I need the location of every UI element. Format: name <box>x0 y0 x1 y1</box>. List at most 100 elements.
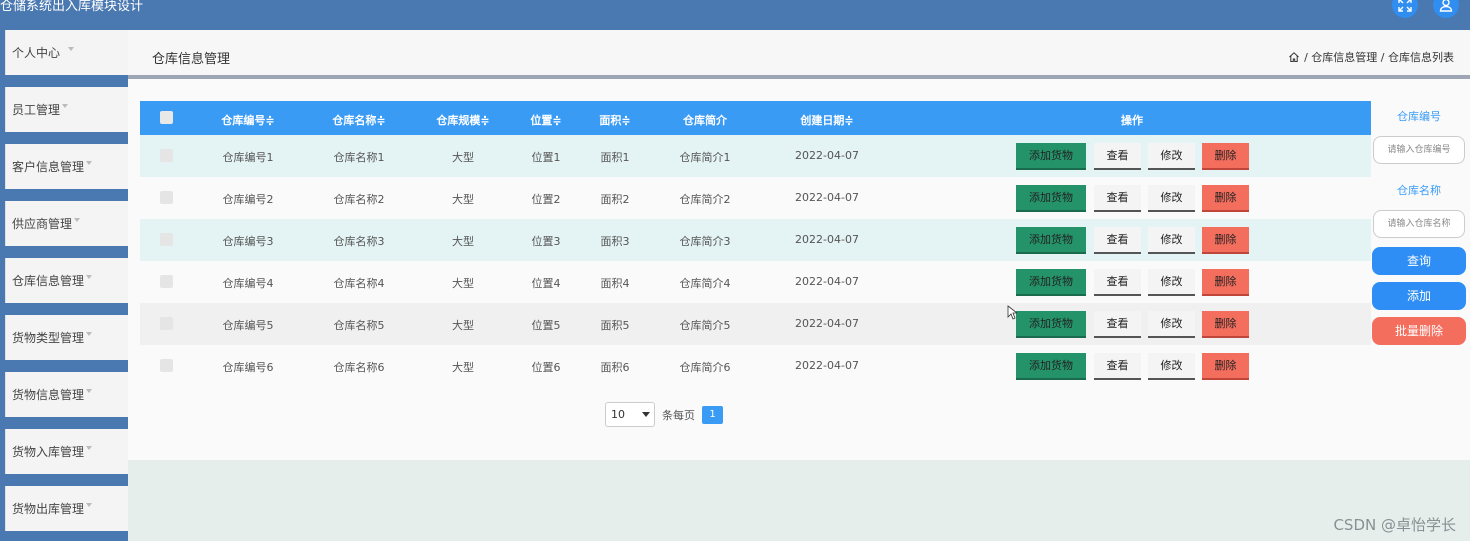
add-goods-button[interactable]: 添加货物 <box>1016 143 1086 170</box>
row-checkbox[interactable] <box>160 317 173 330</box>
delete-button[interactable]: 删除 <box>1202 185 1249 212</box>
column-header-actions: 操作 <box>1121 114 1143 127</box>
column-header-position[interactable]: 位置≑ <box>530 112 561 128</box>
cell-intro: 仓库简介1 <box>679 151 731 164</box>
cell-position: 位置5 <box>531 319 561 332</box>
per-page-label: 条每页 <box>662 408 695 422</box>
caret-down-icon <box>86 161 92 165</box>
select-all-checkbox[interactable] <box>160 111 173 124</box>
caret-down-icon <box>86 503 92 507</box>
cell-name: 仓库名称6 <box>333 361 385 374</box>
sidebar-item-goods-info[interactable]: 货物信息管理 <box>5 372 128 417</box>
sidebar-item-employee[interactable]: 员工管理 <box>5 87 128 132</box>
add-goods-button[interactable]: 添加货物 <box>1016 269 1086 296</box>
add-goods-button[interactable]: 添加货物 <box>1016 227 1086 254</box>
sidebar-item-goods-outbound[interactable]: 货物出库管理 <box>5 486 128 531</box>
cell-date: 2022-04-07 <box>795 191 859 204</box>
view-button[interactable]: 查看 <box>1094 311 1141 338</box>
cell-code: 仓库编号5 <box>222 319 274 332</box>
column-header-date[interactable]: 创建日期≑ <box>800 112 853 128</box>
column-header-code[interactable]: 仓库编号≑ <box>221 112 274 128</box>
table-row: 仓库编号2 仓库名称2 大型 位置2 面积2 仓库简介2 2022-04-07 添加货物 查看修… <box>140 177 1371 219</box>
sidebar-item-label: 供应商管理 <box>12 217 73 231</box>
sidebar-item-customer[interactable]: 客户信息管理 <box>5 144 128 189</box>
sidebar-item-supplier[interactable]: 供应商管理 <box>5 201 128 246</box>
sidebar-item-label: 仓库信息管理 <box>12 274 85 288</box>
row-checkbox[interactable] <box>160 149 173 162</box>
page-number-current[interactable]: 1 <box>702 405 723 424</box>
add-goods-button[interactable]: 添加货物 <box>1016 185 1086 212</box>
cell-date: 2022-04-07 <box>795 233 859 246</box>
cell-position: 位置3 <box>531 235 561 248</box>
cell-position: 位置6 <box>531 361 561 374</box>
cell-area: 面积2 <box>600 193 630 206</box>
warehouse-code-input[interactable]: 请输入仓库编号 <box>1373 136 1465 164</box>
cell-intro: 仓库简介4 <box>679 277 731 290</box>
sidebar-item-label: 货物出库管理 <box>12 502 85 516</box>
cell-scale: 大型 <box>452 277 474 290</box>
sidebar-item-personal-center[interactable]: 个人中心 <box>5 30 128 75</box>
cell-scale: 大型 <box>452 235 474 248</box>
watermark: CSDN @卓怡学长 <box>1333 516 1456 534</box>
batch-delete-button[interactable]: 批量删除 <box>1372 317 1466 345</box>
top-bar: 仓储系统出入库模块设计 <box>0 0 1470 30</box>
column-header-intro: 仓库简介 <box>683 114 727 127</box>
delete-button[interactable]: 删除 <box>1202 143 1249 170</box>
edit-button[interactable]: 修改 <box>1148 185 1195 212</box>
pagination: 10 条每页 1 <box>605 402 723 427</box>
cell-name: 仓库名称4 <box>333 277 385 290</box>
sidebar-item-goods-type[interactable]: 货物类型管理 <box>5 315 128 360</box>
cell-code: 仓库编号3 <box>222 235 274 248</box>
column-header-scale[interactable]: 仓库规模≑ <box>436 112 489 128</box>
table-header: 仓库编号≑ 仓库名称≑ 仓库规模≑ 位置≑ 面积≑ 仓库简介 创建日期≑ 操作 <box>140 101 1371 135</box>
app-title: 仓储系统出入库模块设计 <box>0 0 144 14</box>
fullscreen-button[interactable] <box>1392 0 1418 18</box>
cell-scale: 大型 <box>452 319 474 332</box>
cell-area: 面积3 <box>600 235 630 248</box>
view-button[interactable]: 查看 <box>1094 353 1141 380</box>
delete-button[interactable]: 删除 <box>1202 311 1249 338</box>
column-header-area[interactable]: 面积≑ <box>599 112 630 128</box>
edit-button[interactable]: 修改 <box>1148 353 1195 380</box>
cell-intro: 仓库简介2 <box>679 193 731 206</box>
caret-down-icon <box>68 47 74 51</box>
row-checkbox[interactable] <box>160 359 173 372</box>
view-button[interactable]: 查看 <box>1094 185 1141 212</box>
sidebar-item-goods-inbound[interactable]: 货物入库管理 <box>5 429 128 474</box>
delete-button[interactable]: 删除 <box>1202 227 1249 254</box>
table-row: 仓库编号4 仓库名称4 大型 位置4 面积4 仓库简介4 2022-04-07 添加货物 查看修… <box>140 261 1371 303</box>
warehouse-name-input[interactable]: 请输入仓库名称 <box>1373 210 1465 238</box>
warehouse-code-label: 仓库编号 <box>1397 110 1441 123</box>
cell-date: 2022-04-07 <box>795 149 859 162</box>
cell-code: 仓库编号6 <box>222 361 274 374</box>
edit-button[interactable]: 修改 <box>1148 311 1195 338</box>
view-button[interactable]: 查看 <box>1094 143 1141 170</box>
cell-area: 面积6 <box>600 361 630 374</box>
caret-down-icon <box>74 218 80 222</box>
add-goods-button[interactable]: 添加货物 <box>1016 311 1086 338</box>
caret-down-icon <box>86 332 92 336</box>
breadcrumb-path[interactable]: / 仓库信息管理 / 仓库信息列表 <box>1304 49 1454 65</box>
view-button[interactable]: 查看 <box>1094 269 1141 296</box>
edit-button[interactable]: 修改 <box>1148 269 1195 296</box>
cell-code: 仓库编号1 <box>222 151 274 164</box>
page-size-select[interactable]: 10 <box>605 402 655 427</box>
add-goods-button[interactable]: 添加货物 <box>1016 353 1086 380</box>
user-button[interactable] <box>1433 0 1459 18</box>
sidebar-item-label: 货物入库管理 <box>12 445 85 459</box>
home-icon[interactable] <box>1288 51 1300 63</box>
add-button[interactable]: 添加 <box>1372 282 1466 310</box>
delete-button[interactable]: 删除 <box>1202 269 1249 296</box>
column-header-name[interactable]: 仓库名称≑ <box>332 112 385 128</box>
query-button[interactable]: 查询 <box>1372 247 1466 275</box>
row-checkbox[interactable] <box>160 275 173 288</box>
sidebar-item-warehouse[interactable]: 仓库信息管理 <box>5 258 128 303</box>
row-checkbox[interactable] <box>160 191 173 204</box>
sidebar-item-label: 个人中心 <box>12 46 61 60</box>
cell-area: 面积1 <box>600 151 630 164</box>
view-button[interactable]: 查看 <box>1094 227 1141 254</box>
edit-button[interactable]: 修改 <box>1148 227 1195 254</box>
delete-button[interactable]: 删除 <box>1202 353 1249 380</box>
edit-button[interactable]: 修改 <box>1148 143 1195 170</box>
row-checkbox[interactable] <box>160 233 173 246</box>
